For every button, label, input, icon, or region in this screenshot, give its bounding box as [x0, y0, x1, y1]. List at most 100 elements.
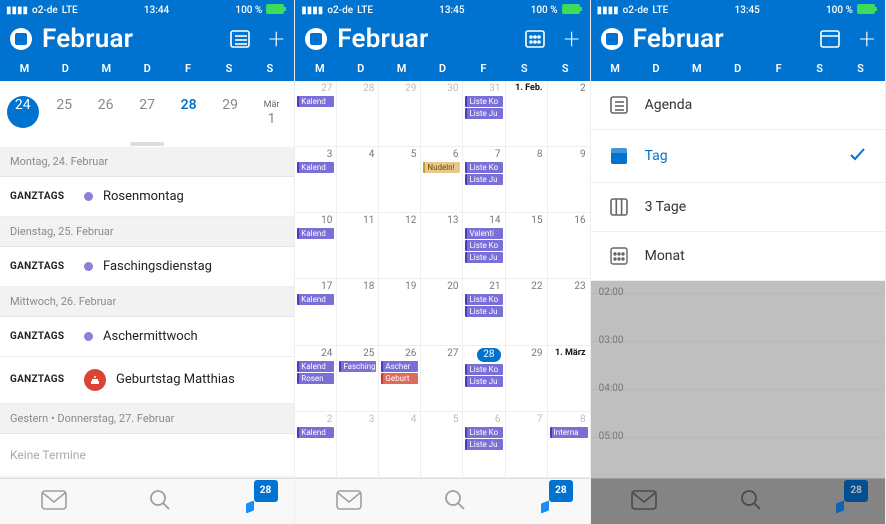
month-grid[interactable]: 27Kalend28293031Liste KoListe Ju1. Feb.2… [295, 81, 589, 478]
mail-tab[interactable] [41, 490, 67, 514]
calendar-logo-icon[interactable] [305, 28, 327, 50]
month-event-chip[interactable]: Liste Ju [465, 252, 502, 263]
month-event-chip[interactable]: Rosen [297, 373, 334, 384]
month-cell[interactable]: 2Kalend [295, 412, 337, 478]
month-cell[interactable]: 27Kalend [295, 81, 337, 147]
month-event-chip[interactable]: Liste Ju [465, 306, 502, 317]
viewpicker-option-day[interactable]: Tag [591, 130, 885, 183]
search-tab[interactable] [443, 488, 467, 516]
month-cell[interactable]: 5 [379, 147, 421, 213]
month-event-chip[interactable]: Fasching [339, 361, 376, 372]
month-cell[interactable]: 18 [337, 279, 379, 345]
month-cell[interactable]: 7 [506, 412, 548, 478]
month-event-chip[interactable]: Geburt [381, 373, 418, 384]
date-cell[interactable]: 26 [85, 89, 126, 135]
date-scroller[interactable]: 242526272829Mär1 [0, 81, 294, 143]
date-cell[interactable]: 28 [168, 89, 209, 135]
month-event-chip[interactable]: Liste Ko [465, 364, 502, 375]
date-cell[interactable]: 24 [2, 89, 43, 135]
month-cell[interactable]: 1. März [548, 346, 590, 412]
month-event-chip[interactable]: Liste Ju [465, 439, 502, 450]
month-cell[interactable]: 10Kalend [295, 213, 337, 279]
calendar-logo-icon[interactable] [10, 28, 32, 50]
month-cell[interactable]: 15 [506, 213, 548, 279]
month-cell[interactable]: 14ValentiListe KoListe Ju [463, 213, 505, 279]
month-event-chip[interactable]: Nudeln! [423, 162, 460, 173]
month-cell[interactable]: 13 [421, 213, 463, 279]
add-event-button[interactable]: + [269, 25, 285, 53]
month-cell[interactable]: 9 [548, 147, 590, 213]
month-cell[interactable]: 3Kalend [295, 147, 337, 213]
search-tab[interactable] [739, 488, 763, 516]
month-cell[interactable]: 4 [379, 412, 421, 478]
month-cell[interactable]: 1. Feb. [506, 81, 548, 147]
agenda-event[interactable]: GANZTAGSFaschingsdienstag [0, 247, 294, 287]
month-cell[interactable]: 20 [421, 279, 463, 345]
month-cell[interactable]: 5 [421, 412, 463, 478]
date-cell[interactable]: 25 [43, 89, 84, 135]
month-cell[interactable]: 17Kalend [295, 279, 337, 345]
month-cell[interactable]: 2 [548, 81, 590, 147]
month-cell[interactable]: 21Liste KoListe Ju [463, 279, 505, 345]
viewpicker-option-agenda[interactable]: Agenda [591, 81, 885, 130]
month-event-chip[interactable]: Liste Ko [465, 240, 502, 251]
viewpicker-option-month[interactable]: Monat [591, 232, 885, 281]
month-event-chip[interactable]: Kalend [297, 427, 334, 438]
month-cell[interactable]: 26AscherGeburt [379, 346, 421, 412]
month-cell[interactable]: 29 [506, 346, 548, 412]
viewpicker-option-threeday[interactable]: 3 Tage [591, 183, 885, 232]
month-cell[interactable]: 31Liste KoListe Ju [463, 81, 505, 147]
month-cell[interactable]: 11 [337, 213, 379, 279]
month-event-chip[interactable]: Kalend [297, 294, 334, 305]
month-event-chip[interactable]: Liste Ju [465, 108, 502, 119]
month-cell[interactable]: 8Interna [548, 412, 590, 478]
month-event-chip[interactable]: Liste Ko [465, 294, 502, 305]
agenda-event[interactable]: GANZTAGSAschermittwoch [0, 317, 294, 357]
month-event-chip[interactable]: Ascher [381, 361, 418, 372]
month-event-chip[interactable]: Kalend [297, 361, 334, 372]
month-event-chip[interactable]: Liste Ju [465, 174, 502, 185]
month-title[interactable]: Februar [633, 24, 724, 54]
month-cell[interactable]: 4 [337, 147, 379, 213]
add-event-button[interactable]: + [564, 25, 580, 53]
month-cell[interactable]: 3 [337, 412, 379, 478]
month-cell[interactable]: 23 [548, 279, 590, 345]
month-cell[interactable]: 27 [421, 346, 463, 412]
month-event-chip[interactable]: Kalend [297, 162, 334, 173]
month-cell[interactable]: 6Nudeln! [421, 147, 463, 213]
month-event-chip[interactable]: Liste Ko [465, 96, 502, 107]
month-event-chip[interactable]: Liste Ko [465, 162, 502, 173]
month-event-chip[interactable]: Liste Ko [465, 427, 502, 438]
month-cell[interactable]: 12 [379, 213, 421, 279]
search-tab[interactable] [148, 488, 172, 516]
mail-tab[interactable] [336, 490, 362, 514]
month-cell[interactable]: 25Fasching [337, 346, 379, 412]
date-cell[interactable]: 27 [126, 89, 167, 135]
month-title[interactable]: Februar [42, 24, 133, 54]
view-switch-icon[interactable] [819, 28, 841, 50]
view-switch-icon[interactable] [229, 28, 251, 50]
agenda-event[interactable]: GANZTAGSRosenmontag [0, 177, 294, 217]
month-event-chip[interactable]: Valenti [465, 228, 502, 239]
date-cell[interactable]: Mär1 [251, 89, 292, 135]
add-event-button[interactable]: + [859, 25, 875, 53]
agenda-event[interactable]: GANZTAGSGeburtstag Matthias [0, 357, 294, 404]
month-event-chip[interactable]: Kalend [297, 228, 334, 239]
month-event-chip[interactable]: Interna [550, 427, 588, 438]
month-cell[interactable]: 6Liste KoListe Ju [463, 412, 505, 478]
month-event-chip[interactable]: Liste Ju [465, 376, 502, 387]
month-cell[interactable]: 30 [421, 81, 463, 147]
month-cell[interactable]: 29 [379, 81, 421, 147]
month-cell[interactable]: 22 [506, 279, 548, 345]
month-event-chip[interactable]: Kalend [297, 96, 334, 107]
agenda-list[interactable]: Montag, 24. FebruarGANZTAGSRosenmontagDi… [0, 147, 294, 478]
month-title[interactable]: Februar [337, 24, 428, 54]
month-cell[interactable]: 16 [548, 213, 590, 279]
month-cell[interactable]: 28Liste KoListe Ju [463, 346, 505, 412]
mail-tab[interactable] [631, 490, 657, 514]
month-cell[interactable]: 19 [379, 279, 421, 345]
view-switch-icon[interactable] [524, 28, 546, 50]
month-cell[interactable]: 7Liste KoListe Ju [463, 147, 505, 213]
month-cell[interactable]: 28 [337, 81, 379, 147]
month-cell[interactable]: 24KalendRosen [295, 346, 337, 412]
